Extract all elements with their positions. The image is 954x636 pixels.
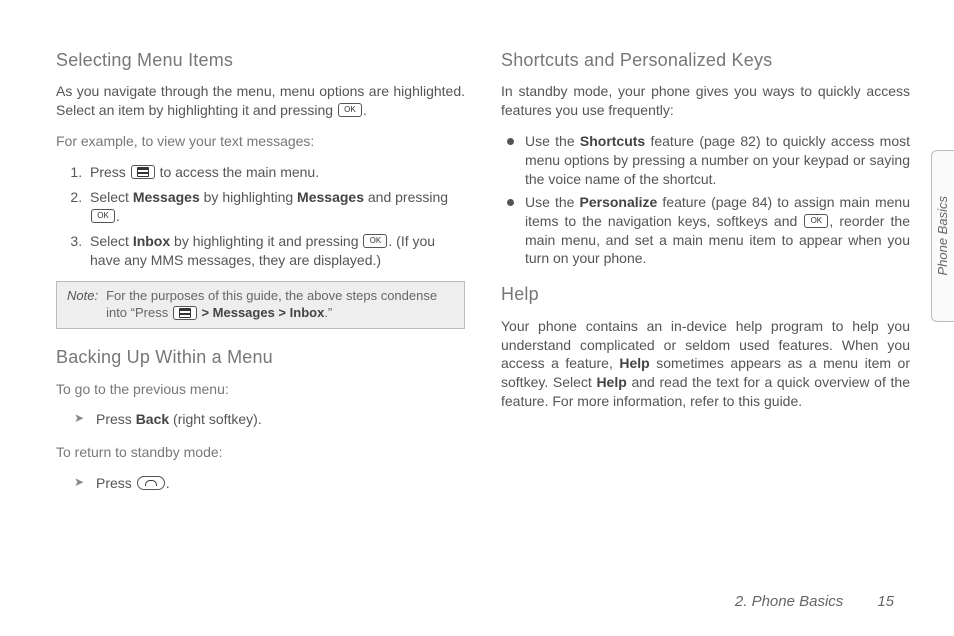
heading-backing-up: Backing Up Within a Menu xyxy=(56,345,465,369)
back-action: Press Back (right softkey). xyxy=(78,410,465,429)
steps-list: Press to access the main menu. Select Me… xyxy=(56,163,465,269)
text: Select xyxy=(90,233,133,249)
para-intro: As you navigate through the menu, menu o… xyxy=(56,82,465,120)
text: As you navigate through the menu, menu o… xyxy=(56,83,465,118)
bullet-personalize: Use the Personalize feature (page 84) to… xyxy=(501,193,910,269)
ok-key-icon: OK xyxy=(804,214,828,228)
text: .” xyxy=(324,305,332,320)
text: by highlighting xyxy=(200,189,297,205)
heading-shortcuts: Shortcuts and Personalized Keys xyxy=(501,48,910,72)
menu-key-icon xyxy=(131,165,155,179)
step-2: Select Messages by highlighting Messages… xyxy=(86,188,465,226)
para-prev-menu: To go to the previous menu: xyxy=(56,380,465,399)
bold: Help xyxy=(619,355,649,371)
text: Press xyxy=(90,164,130,180)
menu-key-icon xyxy=(173,306,197,320)
ok-key-icon: OK xyxy=(338,103,362,117)
step-3: Select Inbox by highlighting it and pres… xyxy=(86,232,465,270)
end-action-list: Press . xyxy=(56,474,465,493)
end-key-icon xyxy=(137,476,165,490)
para-shortcuts-intro: In standby mode, your phone gives you wa… xyxy=(501,82,910,120)
right-column: Shortcuts and Personalized Keys In stand… xyxy=(501,48,910,507)
text: . xyxy=(166,475,170,491)
ok-key-icon: OK xyxy=(91,209,115,223)
text: Use the xyxy=(525,194,580,210)
side-tab-label: Phone Basics xyxy=(934,196,952,276)
footer-section: 2. Phone Basics xyxy=(735,592,843,612)
text: . xyxy=(363,102,367,118)
page-body: Selecting Menu Items As you navigate thr… xyxy=(0,0,954,507)
heading-help: Help xyxy=(501,282,910,306)
sep: > xyxy=(275,305,290,320)
bold: Messages xyxy=(213,305,275,320)
back-action-list: Press Back (right softkey). xyxy=(56,410,465,429)
sep: > xyxy=(198,305,213,320)
text: (right softkey). xyxy=(169,411,262,427)
note-label: Note: xyxy=(67,288,98,322)
text: and pressing xyxy=(364,189,448,205)
end-action: Press . xyxy=(78,474,465,493)
para-help: Your phone contains an in-device help pr… xyxy=(501,317,910,411)
text: Press xyxy=(96,411,136,427)
heading-selecting-menu: Selecting Menu Items xyxy=(56,48,465,72)
text: to access the main menu. xyxy=(156,164,319,180)
text: Use the xyxy=(525,133,580,149)
left-column: Selecting Menu Items As you navigate thr… xyxy=(56,48,465,507)
bold: Help xyxy=(596,374,626,390)
text: Select xyxy=(90,189,133,205)
text: . xyxy=(116,208,120,224)
bold: Personalize xyxy=(580,194,658,210)
para-example-lead: For example, to view your text messages: xyxy=(56,132,465,151)
bold: Shortcuts xyxy=(580,133,645,149)
shortcuts-list: Use the Shortcuts feature (page 82) to q… xyxy=(501,132,910,268)
bold: Messages xyxy=(133,189,200,205)
footer-page-number: 15 xyxy=(877,592,894,612)
bold: Back xyxy=(136,411,169,427)
note-text: For the purposes of this guide, the abov… xyxy=(106,288,454,322)
bold: Inbox xyxy=(290,305,325,320)
ok-key-icon: OK xyxy=(363,234,387,248)
text: by highlighting it and pressing xyxy=(170,233,362,249)
para-standby: To return to standby mode: xyxy=(56,443,465,462)
text: Press xyxy=(96,475,136,491)
side-tab: Phone Basics xyxy=(931,150,954,322)
page-footer: 2. Phone Basics 15 xyxy=(735,592,894,612)
bold: Inbox xyxy=(133,233,170,249)
bold: Messages xyxy=(297,189,364,205)
note-box: Note: For the purposes of this guide, th… xyxy=(56,281,465,329)
step-1: Press to access the main menu. xyxy=(86,163,465,182)
bullet-shortcuts: Use the Shortcuts feature (page 82) to q… xyxy=(501,132,910,189)
